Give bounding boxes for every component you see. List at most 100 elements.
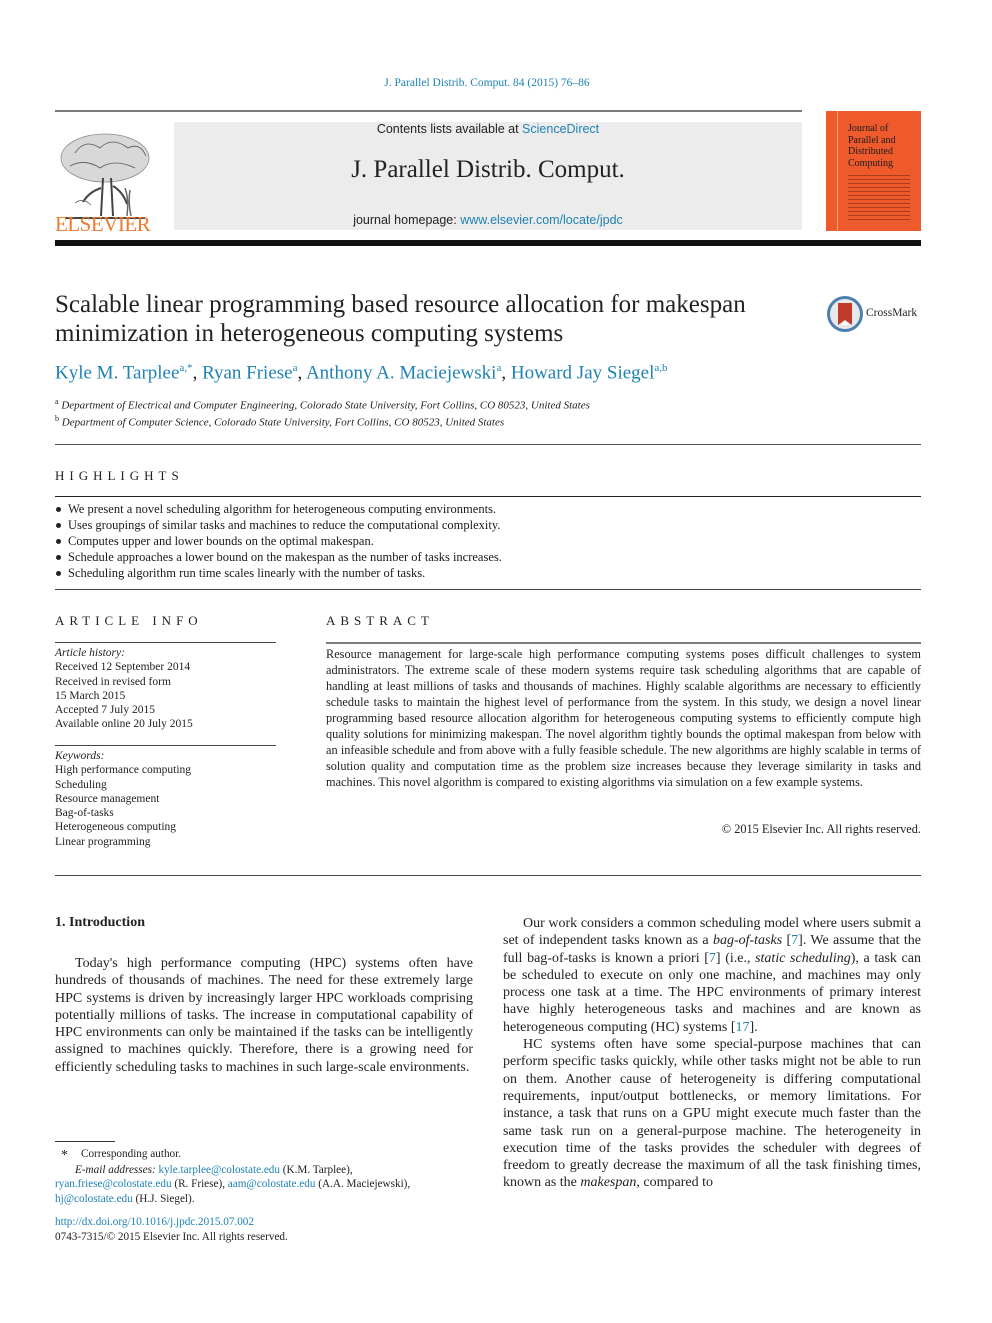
citation-link[interactable]: 17 [736, 1020, 750, 1035]
contents-prefix: Contents lists available at [376, 122, 523, 136]
email-owner: (A.A. Maciejewski), [315, 1178, 411, 1191]
highlight-item: We present a novel scheduling algorithm … [55, 501, 921, 517]
journal-homepage-line: journal homepage: www.elsevier.com/locat… [174, 213, 802, 227]
abstract-text: Resource management for large-scale high… [326, 647, 921, 789]
keyword: Scheduling [55, 778, 107, 791]
email-owner: (R. Friese), [171, 1178, 228, 1191]
masthead-thick-rule [55, 240, 921, 246]
article-history: Article history: Received 12 September 2… [55, 646, 285, 732]
asterisk-marker: * [61, 1148, 68, 1163]
author-affil-sup[interactable]: a,b [654, 362, 667, 374]
masthead-top-rule [55, 110, 802, 112]
emphasis: bag-of-tasks [712, 933, 783, 949]
issn-copyright: 0743-7315/© 2015 Elsevier Inc. All right… [55, 1230, 288, 1243]
cover-title: Journal of Parallel and Distributed Comp… [848, 123, 895, 169]
divider [55, 875, 921, 876]
affiliation-text: Department of Electrical and Computer En… [61, 399, 590, 412]
author-name[interactable]: Howard Jay Siegel [511, 362, 655, 383]
emphasis: makespan [580, 1175, 637, 1191]
divider [55, 496, 921, 497]
affiliation-text: Department of Computer Science, Colorado… [61, 416, 505, 429]
affiliation-key: a [55, 397, 59, 406]
crossmark-label[interactable]: CrossMark [866, 307, 917, 319]
emphasis: static scheduling [755, 950, 851, 966]
text-run: , compared to [636, 1175, 713, 1191]
email-addresses: E-mail addresses: kyle.tarplee@colostate… [55, 1163, 475, 1206]
email-label: E-mail addresses: [75, 1164, 156, 1177]
email-link[interactable]: kyle.tarplee@colostate.edu [158, 1164, 280, 1176]
cover-title-line: Journal of [848, 123, 889, 134]
journal-title: J. Parallel Distrib. Comput. [351, 156, 625, 183]
highlight-item: Scheduling algorithm run time scales lin… [55, 565, 921, 581]
affiliation: a Department of Electrical and Computer … [55, 397, 915, 412]
email-owner: (H.J. Siegel). [132, 1192, 195, 1205]
elsevier-wordmark: ELSEVIER [55, 212, 151, 236]
keywords-label: Keywords: [55, 750, 105, 762]
contents-available-line: Contents lists available at ScienceDirec… [174, 122, 802, 136]
email-link[interactable]: aam@colostate.edu [228, 1178, 316, 1190]
keyword: High performance computing [55, 764, 192, 777]
citation-link[interactable]: 7 [709, 951, 716, 966]
body-paragraph: HC systems often have some special-purpo… [503, 1036, 921, 1192]
body-paragraph: Today's high performance computing (HPC)… [55, 956, 473, 1075]
text-run: ]. [749, 1019, 758, 1035]
doi-block: http://dx.doi.org/10.1016/j.jpdc.2015.07… [55, 1215, 475, 1244]
abstract-heading: ABSTRACT [326, 613, 434, 628]
keyword: Linear programming [55, 835, 151, 848]
doi-link[interactable]: http://dx.doi.org/10.1016/j.jpdc.2015.07… [55, 1216, 254, 1228]
author-name[interactable]: Ryan Friese [202, 362, 293, 383]
corresponding-label: Corresponding author. [81, 1148, 182, 1160]
email-link[interactable]: ryan.friese@colostate.edu [55, 1178, 172, 1190]
highlights-heading: HIGHLIGHTS [55, 468, 184, 483]
cover-title-line: Distributed [848, 146, 893, 157]
highlight-item: Schedule approaches a lower bound on the… [55, 549, 921, 565]
divider [55, 745, 276, 746]
highlight-item: Uses groupings of similar tasks and mach… [55, 517, 921, 533]
running-head-citation[interactable]: J. Parallel Distrib. Comput. 84 (2015) 7… [0, 77, 974, 89]
keywords: Keywords: High performance computing Sch… [55, 749, 285, 849]
text-run: [ [782, 933, 792, 949]
section-heading-introduction: 1. Introduction [55, 915, 145, 930]
author-name[interactable]: Kyle M. Tarplee [55, 362, 179, 383]
divider [55, 642, 276, 643]
crossmark-icon[interactable] [827, 296, 863, 332]
abstract-copyright: © 2015 Elsevier Inc. All rights reserved… [721, 822, 921, 836]
affiliation-key: b [55, 414, 59, 423]
cover-title-line: Computing [848, 157, 894, 169]
keyword: Heterogeneous computing [55, 821, 177, 834]
homepage-prefix: journal homepage: [353, 213, 461, 227]
cover-contents-lines [848, 175, 910, 223]
footnotes: * Corresponding author. E-mail addresses:… [55, 1147, 475, 1206]
journal-homepage-link[interactable]: www.elsevier.com/locate/jpdc [460, 213, 623, 227]
corresponding-author-note: * Corresponding author. [55, 1147, 475, 1163]
sciencedirect-link[interactable]: ScienceDirect [522, 122, 599, 136]
article-title: Scalable linear programming based resour… [55, 291, 746, 347]
history-entry: 15 March 2015 [55, 689, 126, 702]
email-link[interactable]: hj@colostate.edu [55, 1193, 133, 1205]
author-list: Kyle M. Tarpleea,*, Ryan Friesea, Anthon… [55, 362, 668, 384]
divider [326, 642, 921, 644]
history-label: Article history: [55, 647, 125, 659]
cover-title-line: Parallel and [848, 134, 896, 146]
body-column-left: Today's high performance computing (HPC)… [55, 955, 473, 1076]
footnote-rule [55, 1141, 115, 1142]
affiliation: b Department of Computer Science, Colora… [55, 414, 915, 429]
author-affil-sup[interactable]: a,* [179, 362, 192, 374]
divider [55, 589, 921, 590]
body-column-right: Our work considers a common scheduling m… [503, 915, 921, 1192]
keyword: Resource management [55, 792, 160, 805]
keyword: Bag-of-tasks [55, 807, 114, 820]
history-entry: Received 12 September 2014 [55, 661, 191, 674]
journal-cover-thumbnail[interactable]: Journal of Parallel and Distributed Comp… [826, 111, 921, 231]
text-run: HC systems often have some special-purpo… [503, 1037, 921, 1191]
highlight-item: Computes upper and lower bounds on the o… [55, 533, 921, 549]
divider [55, 444, 921, 445]
email-owner: (K.M. Tarplee), [280, 1164, 353, 1177]
article-info-heading: ARTICLE INFO [55, 613, 203, 628]
history-entry: Received in revised form [55, 675, 171, 688]
cover-side-strip [826, 111, 838, 231]
author-name[interactable]: Anthony A. Maciejewski [306, 362, 497, 383]
history-entry: Accepted 7 July 2015 [55, 704, 155, 717]
body-paragraph: Our work considers a common scheduling m… [503, 915, 921, 1036]
history-entry: Available online 20 July 2015 [55, 718, 193, 731]
